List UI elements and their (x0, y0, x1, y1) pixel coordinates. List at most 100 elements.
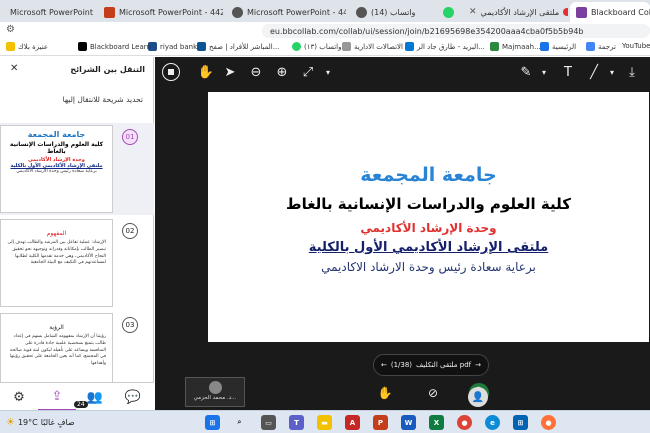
taskbar-app-edge[interactable]: e (485, 414, 500, 431)
extensions-icon[interactable]: ⚙ (6, 24, 15, 35)
weather-text: صافٍ غالبًا (40, 418, 75, 427)
tab-label: Blackboard Collab (591, 7, 650, 17)
chevron-down-icon[interactable]: ▾ (535, 63, 553, 81)
tab-powerpoint-3[interactable]: Microsoft PowerPoint - 442ç ✕ (226, 2, 346, 22)
chat-icon[interactable]: 💬 (114, 383, 152, 411)
slide-thumbnail[interactable]: الرؤية رؤيتنا أن الإرشاد بمفهومه الشامل … (0, 313, 113, 383)
bookmark-home[interactable]: الرئيسية (540, 42, 576, 51)
taskbar-app-explorer[interactable]: ▬ (317, 414, 332, 431)
download-icon[interactable]: ⤓ (623, 63, 641, 81)
majmaah-icon (490, 42, 499, 51)
task-view-button[interactable]: ▭ (261, 414, 276, 431)
thumb-text: رؤيتنا أن الإرشاد بمفهومه الشامل يسهم في… (9, 334, 106, 366)
avatar (208, 381, 222, 394)
store-icon: ⊞ (513, 415, 528, 430)
pointer-icon[interactable]: ➤ (221, 63, 239, 81)
camera-tile[interactable]: د. محمد الحزمي... (185, 377, 245, 407)
chevron-down-icon[interactable]: ▾ (603, 63, 621, 81)
zoom-out-icon[interactable]: ⊖ (247, 63, 265, 81)
bookmark-mail[interactable]: البريد - طارق جاد الر... (405, 42, 485, 51)
next-slide-icon[interactable]: → (475, 361, 481, 369)
text-tool-icon[interactable]: T (559, 63, 577, 81)
windows-taskbar: ☀ 19°C صافٍ غالبًا ⊞ ⌕ ▭ T ▬ A P W X ● e… (0, 410, 650, 433)
fit-page-icon[interactable]: ⤢ (299, 63, 317, 81)
presentation-slide: جامعة المجمعة كلية العلوم والدراسات الإن… (208, 92, 649, 342)
pager-count: (1/38) (390, 361, 413, 369)
raise-hand-icon[interactable]: ✋ (373, 382, 397, 404)
slide-thumbnail[interactable]: المفهوم الإرشاد: عملية تفاعل بين المرشد … (0, 219, 113, 307)
sidebar-bottom-nav: ⚙ ⇪ 👥 24 💬 (0, 382, 154, 411)
close-panel-icon[interactable]: ✕ (10, 63, 18, 74)
taskbar-app-store[interactable]: ⊞ (513, 414, 528, 431)
bookmark-label: ترجمة (598, 42, 616, 51)
bookmark-unaizah[interactable]: عنيزة بلاك (6, 42, 48, 51)
tab-label: (14) واتساب (371, 7, 416, 17)
camera-off-icon[interactable]: ⊘ (421, 382, 445, 404)
slide-unit-name: وحدة الإرشاد الأكاديمي (360, 221, 497, 235)
tab-label: Microsoft PowerPoint - 442ç (247, 7, 346, 17)
excel-icon: X (429, 415, 444, 430)
profile-icon[interactable]: 👤 (468, 387, 488, 407)
search-button[interactable]: ⌕ (232, 414, 247, 431)
tab-collab-session[interactable]: ✕ ملتقى الإرشاد الأكاديمي (463, 2, 568, 22)
taskbar-app-excel[interactable]: X (429, 414, 444, 431)
previous-slide-icon[interactable]: ← (381, 361, 387, 369)
taskbar-app-chrome[interactable]: ● (457, 414, 472, 431)
globe-icon (232, 6, 243, 18)
bookmark-majmaah[interactable]: Majmaah... (490, 42, 541, 51)
search-icon: ⌕ (237, 418, 242, 426)
zoom-in-icon[interactable]: ⊕ (273, 63, 291, 81)
settings-icon[interactable]: ⚙ (0, 383, 38, 411)
slide-thumbnail-item[interactable]: 01 جامعة المجمعة كلية العلوم والدراسات ا… (0, 123, 154, 215)
tab-label: Microsoft PowerPoint - 442ç (10, 7, 94, 17)
taskbar-app-pdf[interactable]: A (345, 414, 360, 431)
panel-subtitle: تحديد شريحة للانتقال إليها (62, 95, 143, 104)
bookmark-youtube[interactable]: YouTube (622, 42, 650, 50)
bookmark-direct-banking[interactable]: المباشر للأفراد | صفح... (197, 42, 279, 51)
tab-powerpoint-2[interactable]: Microsoft PowerPoint - 442ç ✕ (98, 2, 223, 22)
thumb-text: كلية العلوم والدراسات الإنسانية بالغاط (9, 141, 104, 155)
slide-pager: ← (1/38) ملتقى التكليف pdf → (373, 354, 489, 376)
bookmark-blackboard-learn[interactable]: Blackboard Learn (78, 42, 151, 51)
line-tool-icon[interactable]: ╱ (585, 63, 603, 81)
powerpoint-icon: P (373, 415, 388, 430)
slide-event-title: ملتقى الإرشاد الأكاديمي الأول بالكلية (308, 240, 549, 255)
chevron-down-icon[interactable]: ▾ (319, 63, 337, 81)
slide-patronage: برعاية سعادة رئيس وحدة الارشاد الاكاديمي (321, 260, 536, 274)
share-content-icon[interactable]: ⇪ (38, 383, 76, 411)
powerpoint-icon (104, 6, 115, 18)
close-icon[interactable]: ✕ (469, 7, 477, 17)
thumb-text: جامعة المجمعة (27, 130, 86, 139)
tab-whatsapp[interactable]: (14) واتساب (350, 2, 460, 22)
slide-thumbnail[interactable]: جامعة المجمعة كلية العلوم والدراسات الإن… (0, 125, 113, 213)
session-main-area: ✋ ➤ ⊖ ⊕ ⤢ ▾ ✎ ▾ T ╱ ▾ ⤓ جامعة المجمعة كل… (155, 57, 650, 410)
bookmark-admin-comms[interactable]: الاتصالات الادارية (342, 42, 403, 51)
blackboard-icon (576, 6, 587, 18)
taskbar-app-powerpoint[interactable]: P (373, 414, 388, 431)
tab-powerpoint-1[interactable]: Microsoft PowerPoint - 442ç ✕ (4, 2, 94, 22)
address-bar-row: ⚙ eu.bbcollab.com/collab/ui/session/join… (0, 22, 650, 40)
weather-widget[interactable]: ☀ 19°C صافٍ غالبًا (6, 414, 75, 431)
tab-label: Microsoft PowerPoint - 442ç (119, 7, 223, 17)
tab-blackboard-collab[interactable]: Blackboard Collab (570, 2, 650, 22)
bookmark-whatsapp[interactable]: (١٣) واتساب (292, 42, 341, 51)
stop-sharing-icon[interactable] (162, 63, 180, 81)
pan-hand-icon[interactable]: ✋ (197, 63, 215, 81)
thumb-text: المفهوم (46, 230, 67, 237)
bookmark-label: (١٣) واتساب (304, 42, 342, 51)
whatsapp-icon (292, 42, 301, 51)
slide-number: 01 (122, 129, 138, 145)
taskbar-app-word[interactable]: W (401, 414, 416, 431)
bookmark-label: عنيزة بلاك (18, 42, 49, 51)
url-field[interactable]: eu.bbcollab.com/collab/ui/session/join/b… (262, 24, 650, 38)
slide-thumbnail-item[interactable]: 02 المفهوم الإرشاد: عملية تفاعل بين المر… (0, 219, 154, 311)
camera-name: د. محمد الحزمي... (193, 395, 237, 401)
start-button[interactable]: ⊞ (205, 414, 220, 431)
taskbar-app-firefox[interactable]: ● (541, 414, 556, 431)
document-icon (342, 42, 351, 51)
bookmark-translate[interactable]: ترجمة (586, 42, 616, 51)
bookmark-riyad-bank[interactable]: riyad bank (148, 42, 197, 51)
pen-icon[interactable]: ✎ (517, 63, 535, 81)
taskbar-app-teams[interactable]: T (289, 414, 304, 431)
windows-icon: ⊞ (205, 415, 220, 430)
